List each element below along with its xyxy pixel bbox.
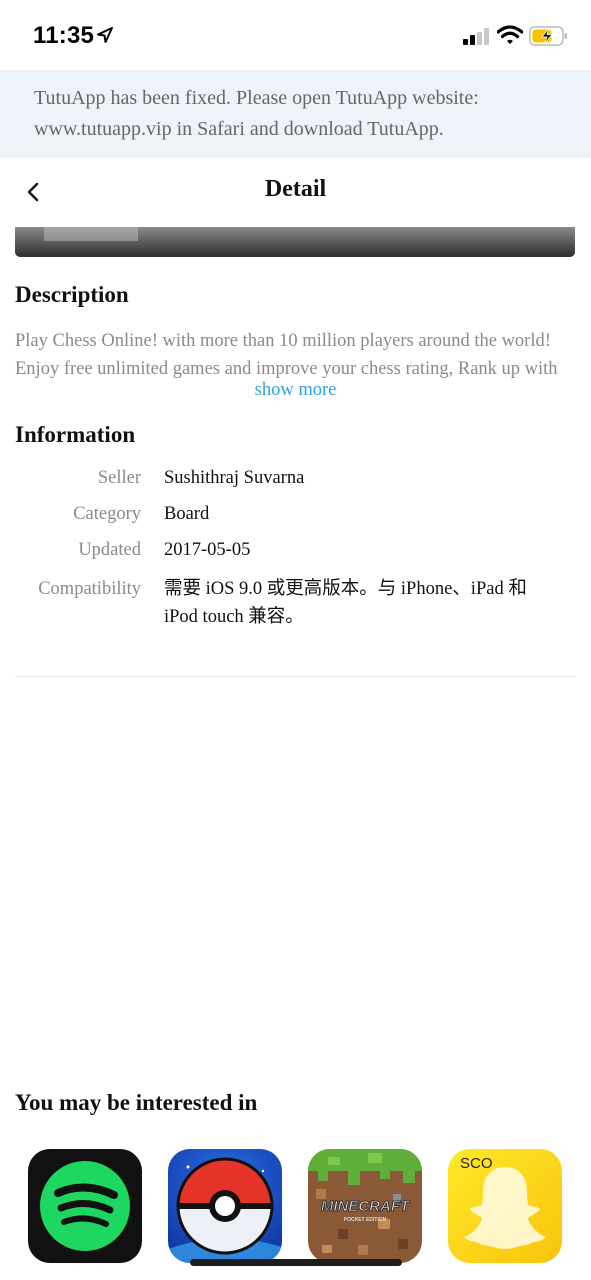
status-time: 11:35: [33, 22, 95, 49]
description-line: Play Chess Online! with more than 10 mil…: [15, 331, 551, 351]
wifi-icon: [497, 25, 523, 44]
navigation-bar: Detail: [0, 158, 591, 227]
info-label: Updated: [78, 540, 141, 560]
show-more-link[interactable]: show more: [0, 380, 591, 401]
cellular-signal-icon: [463, 28, 489, 45]
minecraft-label: MINECRAFT: [321, 1198, 411, 1215]
info-label: Category: [73, 504, 141, 524]
location-arrow-icon: [97, 27, 113, 43]
description-heading: Description: [15, 282, 129, 307]
notice-banner: TutuApp has been fixed. Please open Tutu…: [0, 70, 591, 158]
recommendations-heading: You may be interested in: [15, 1090, 258, 1115]
minecraft-sublabel: POCKET EDITION: [344, 1217, 387, 1223]
status-bar: 11:35: [0, 0, 591, 70]
pokeball-icon: [168, 1157, 282, 1263]
information-heading: Information: [15, 422, 136, 447]
info-label: Compatibility: [38, 579, 141, 599]
minecraft-icon: MINECRAFT POCKET EDITION: [308, 1149, 422, 1263]
description-text: Play Chess Online! with more than 10 mil…: [15, 327, 577, 383]
battery-charging-icon: [529, 26, 567, 46]
page-title: Detail: [264, 176, 327, 202]
app-card-pokemon-go[interactable]: [168, 1149, 282, 1263]
notice-text: TutuApp has been fixed. Please open Tutu…: [34, 87, 479, 140]
spotify-icon: [40, 1161, 130, 1251]
screenshot-thumbnail: [44, 227, 138, 241]
app-card-snapchat[interactable]: SCO: [448, 1149, 562, 1263]
section-divider: [15, 676, 575, 677]
info-value: 2017-05-05: [164, 540, 251, 560]
info-value: 需要 iOS 9.0 或更高版本。与 iPhone、iPad 和 iPod to…: [164, 579, 527, 627]
info-value: Sushithraj Suvarna: [164, 468, 305, 488]
snapchat-label: SCO: [460, 1155, 493, 1172]
info-value: Board: [164, 504, 210, 524]
description-line: Enjoy free unlimited games and improve y…: [15, 359, 558, 379]
app-card-spotify[interactable]: [28, 1149, 142, 1263]
home-indicator[interactable]: [190, 1259, 402, 1266]
screenshot-carousel[interactable]: [15, 227, 575, 257]
app-card-minecraft[interactable]: MINECRAFT POCKET EDITION: [308, 1149, 422, 1263]
info-label: Seller: [97, 468, 141, 488]
